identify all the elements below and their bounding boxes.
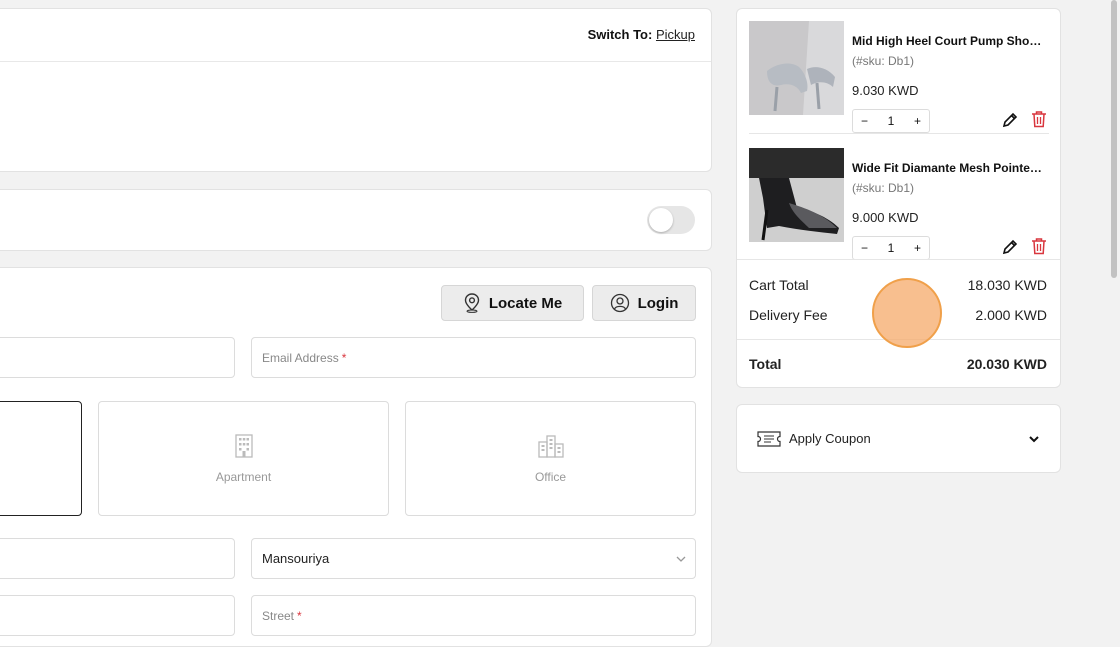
area-value: Mansouriya xyxy=(262,551,330,566)
product-price: 9.000 KWD xyxy=(852,210,919,225)
address-type-house[interactable] xyxy=(0,401,82,516)
cart-item: Wide Fit Diamante Mesh Pointed Court Sho… xyxy=(749,148,1049,260)
delivery-card-header: Switch To: Pickup xyxy=(0,9,711,62)
required-mark: * xyxy=(341,350,347,365)
quantity-stepper: − 1 + xyxy=(852,109,930,133)
scrollbar-thumb[interactable] xyxy=(1111,0,1117,278)
address-type-apartment[interactable]: Apartment xyxy=(98,401,389,516)
apartment-label: Apartment xyxy=(215,469,272,484)
quantity-value[interactable]: 1 xyxy=(888,114,895,128)
office-icon xyxy=(537,434,564,458)
chevron-down-icon xyxy=(676,556,686,562)
street-required-mark: * xyxy=(297,608,302,623)
switch-mode: Switch To: Pickup xyxy=(588,27,695,42)
increment-button[interactable]: + xyxy=(914,114,921,128)
street-placeholder: Street xyxy=(262,608,295,623)
area-select[interactable]: Mansouriya xyxy=(251,538,696,579)
total-value: 20.030 KWD xyxy=(966,356,1047,372)
page-scrollbar[interactable] xyxy=(1108,0,1120,626)
chevron-down-icon[interactable] xyxy=(1028,433,1040,445)
avenue-input[interactable] xyxy=(0,595,235,636)
cart-item: Mid High Heel Court Pump Shoes With Glit… xyxy=(749,21,1049,133)
trash-icon[interactable] xyxy=(1031,237,1047,255)
login-button[interactable]: Login xyxy=(592,285,696,321)
product-price: 9.030 KWD xyxy=(852,83,919,98)
address-type-office[interactable]: Office xyxy=(405,401,696,516)
switch-to-label: Switch To: xyxy=(587,27,653,42)
edit-icon[interactable] xyxy=(1001,238,1019,256)
decrement-button[interactable]: − xyxy=(861,114,868,128)
option-toggle[interactable] xyxy=(647,206,695,234)
coupon-label-group: Apply Coupon xyxy=(757,430,871,447)
product-sku: (#sku: Db1) xyxy=(852,181,915,195)
locate-me-label: Locate Me xyxy=(488,294,563,312)
delivery-fee-label: Delivery Fee xyxy=(749,307,828,323)
address-card: Locate Me Login Email Address * Apartmen… xyxy=(0,267,712,647)
product-name[interactable]: Wide Fit Diamante Mesh Pointed Court Sho… xyxy=(852,161,1047,175)
email-placeholder: Email Address xyxy=(262,350,339,365)
location-pin-icon xyxy=(464,293,480,313)
edit-icon[interactable] xyxy=(1001,111,1019,129)
summary-divider xyxy=(737,259,1060,260)
quantity-stepper: − 1 + xyxy=(852,236,930,260)
apply-coupon-toggle[interactable]: Apply Coupon xyxy=(736,404,1061,473)
login-label: Login xyxy=(637,294,679,312)
touch-indicator xyxy=(872,278,942,348)
cart-total-value: 18.030 KWD xyxy=(967,277,1047,293)
pickup-link[interactable]: Pickup xyxy=(656,27,695,42)
total-label: Total xyxy=(749,356,782,372)
increment-button[interactable]: + xyxy=(914,241,921,255)
delivery-card: Switch To: Pickup xyxy=(0,8,712,172)
product-name[interactable]: Mid High Heel Court Pump Shoes With Glit… xyxy=(852,34,1047,48)
block-input[interactable] xyxy=(0,538,235,579)
item-divider xyxy=(749,133,1049,134)
name-input[interactable] xyxy=(0,337,235,378)
apply-coupon-label: Apply Coupon xyxy=(789,431,871,446)
product-sku: (#sku: Db1) xyxy=(852,54,915,68)
user-icon xyxy=(610,293,629,313)
office-label: Office xyxy=(534,469,567,484)
product-image xyxy=(749,148,844,242)
locate-me-button[interactable]: Locate Me xyxy=(441,285,584,321)
cart-total-label: Cart Total xyxy=(749,277,809,293)
total-row: Total 20.030 KWD xyxy=(749,356,1047,372)
coupon-icon xyxy=(757,430,781,447)
street-input[interactable]: Street * xyxy=(251,595,696,636)
email-input[interactable]: Email Address * xyxy=(251,337,696,378)
toggle-knob xyxy=(649,208,673,232)
delivery-fee-value: 2.000 KWD xyxy=(975,307,1047,323)
decrement-button[interactable]: − xyxy=(861,241,868,255)
toggle-card xyxy=(0,189,712,251)
trash-icon[interactable] xyxy=(1031,110,1047,128)
product-image xyxy=(749,21,844,115)
quantity-value[interactable]: 1 xyxy=(888,241,895,255)
apartment-icon xyxy=(234,433,253,458)
